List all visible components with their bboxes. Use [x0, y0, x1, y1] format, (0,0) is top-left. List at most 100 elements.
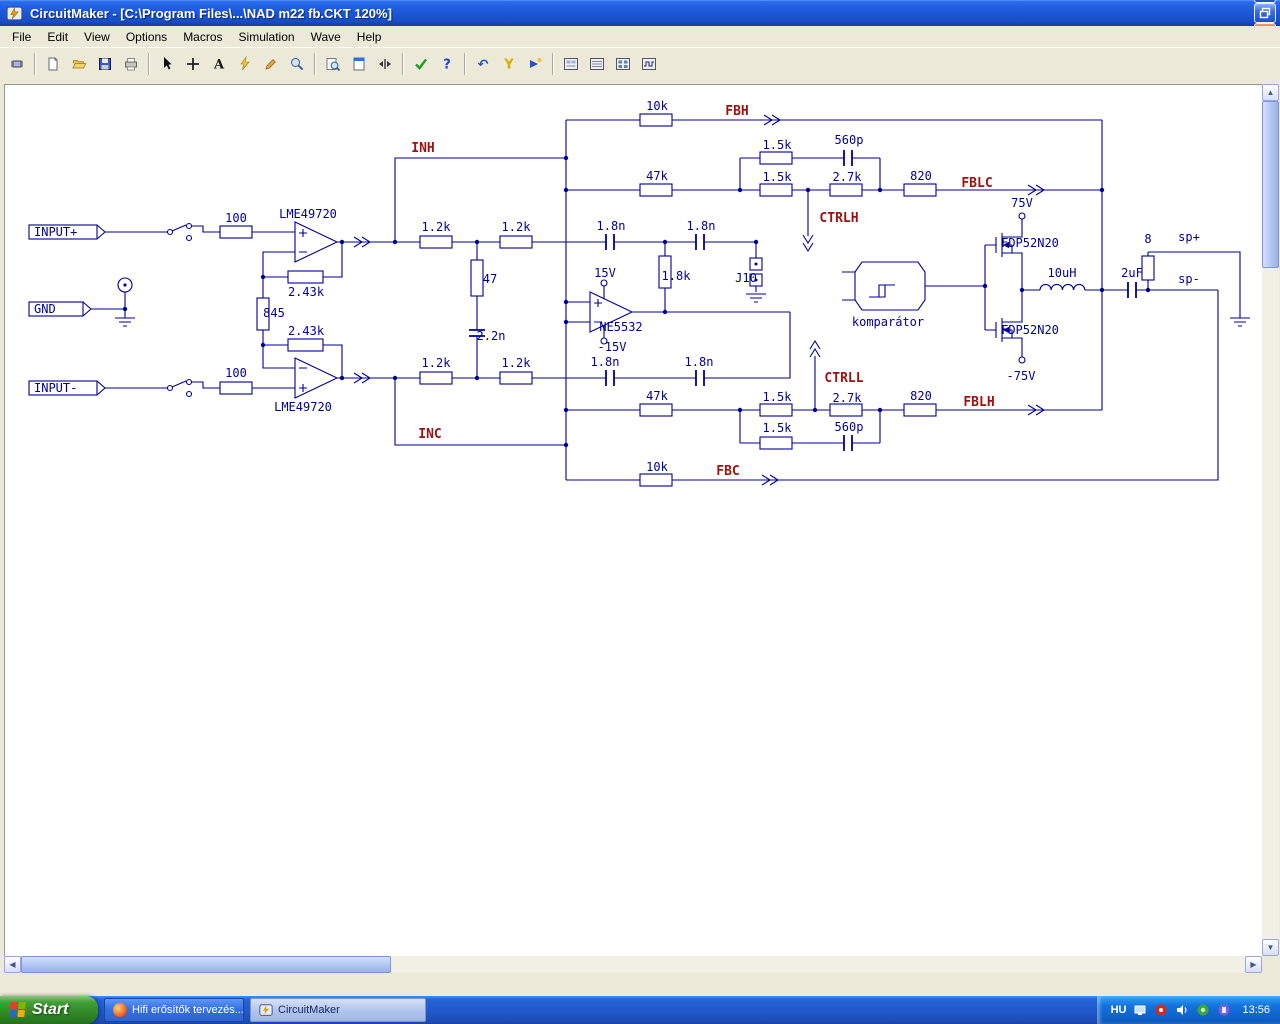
schematic-label[interactable]: 1.8n — [591, 355, 620, 369]
scroll-down-button[interactable]: ▼ — [1262, 939, 1279, 956]
schematic-label[interactable]: sp+ — [1178, 230, 1200, 244]
schematic-label[interactable]: FDP52N20 — [1001, 323, 1059, 337]
menu-edit[interactable]: Edit — [39, 28, 76, 46]
schematic-label[interactable]: 1.5k — [763, 421, 793, 435]
schematic-canvas[interactable]: INH INC FBH FBC FBLC FBLH CTRLH CTRLL 100 LME4972… — [4, 84, 1262, 956]
schematic-label[interactable]: INPUT- — [34, 381, 77, 395]
save-file-button[interactable] — [92, 51, 118, 76]
language-indicator[interactable]: HU — [1111, 1004, 1127, 1016]
schematic-label[interactable]: 2.7k — [833, 170, 863, 184]
schematic-label[interactable]: 1.5k — [763, 138, 793, 152]
schematic-label[interactable]: 100 — [225, 211, 247, 225]
restore-button[interactable] — [1254, 3, 1276, 23]
schematic-label[interactable]: 10k — [646, 99, 668, 113]
horizontal-scroll-thumb[interactable] — [21, 956, 391, 973]
schematic-label[interactable]: NE5532 — [599, 320, 642, 334]
schematic-label[interactable]: -15V — [598, 340, 627, 354]
resistors[interactable] — [219, 113, 1155, 487]
ground-symbols[interactable] — [115, 293, 1250, 327]
zoom-tool-button[interactable] — [284, 51, 310, 76]
schematic-label[interactable]: 10k — [646, 460, 668, 474]
tray-volume-icon[interactable] — [1175, 1003, 1189, 1017]
schematic-label[interactable]: LME49720 — [279, 207, 337, 221]
menu-file[interactable]: File — [4, 28, 39, 46]
schematic-label[interactable]: -75V — [1007, 369, 1036, 383]
run-to-cursor-button[interactable] — [522, 51, 548, 76]
schematic-label[interactable]: 1.5k — [763, 170, 793, 184]
schematic-label[interactable]: 47 — [483, 272, 497, 286]
scroll-up-button[interactable]: ▲ — [1262, 84, 1279, 101]
inductor[interactable] — [1039, 283, 1086, 291]
schematic-label[interactable]: CTRLL — [824, 371, 863, 386]
schematic-label[interactable]: LME49720 — [274, 400, 332, 414]
tray-antivirus-icon[interactable] — [1154, 1003, 1168, 1017]
vertical-scroll-thumb[interactable] — [1262, 101, 1279, 268]
capacitor-plates[interactable] — [469, 150, 1137, 451]
print-button[interactable] — [118, 51, 144, 76]
schematic-label[interactable]: 1.8n — [687, 219, 716, 233]
schematic[interactable]: INH INC FBH FBC FBLC FBLH CTRLH CTRLL 100 LME4972… — [4, 84, 1262, 956]
schematic-label[interactable]: 1.5k — [763, 390, 793, 404]
vertical-scrollbar[interactable]: ▲ ▼ — [1262, 84, 1279, 956]
schematic-label[interactable]: INPUT+ — [34, 225, 77, 239]
schematic-label[interactable]: 1.2k — [502, 220, 532, 234]
start-button[interactable]: Start — [0, 996, 98, 1024]
split-view-button[interactable] — [372, 51, 398, 76]
schematic-label[interactable]: 1.8n — [597, 219, 626, 233]
net-connector-chevrons[interactable] — [353, 114, 1046, 486]
schematic-label[interactable]: 2.2n — [477, 329, 506, 343]
schematic-label[interactable]: J10 — [735, 271, 757, 285]
text-tool-button[interactable]: A — [206, 51, 232, 76]
open-file-button[interactable] — [66, 51, 92, 76]
schematic-label[interactable]: 1.2k — [422, 220, 452, 234]
clock[interactable]: 13:56 — [1242, 1004, 1270, 1016]
scroll-left-button[interactable]: ◀ — [4, 956, 21, 973]
schematic-label[interactable]: 820 — [910, 389, 932, 403]
parts-library-button[interactable] — [4, 51, 30, 76]
schematic-label[interactable]: 2uF — [1121, 266, 1143, 280]
schematic-label[interactable]: 1.8n — [685, 355, 714, 369]
menu-options[interactable]: Options — [118, 28, 175, 46]
menu-simulation[interactable]: Simulation — [231, 28, 303, 46]
zoom-window-button[interactable] — [320, 51, 346, 76]
schematic-label[interactable]: 47k — [646, 169, 668, 183]
schematic-label[interactable]: GND — [34, 302, 56, 316]
help-button[interactable]: ? — [434, 51, 460, 76]
tray-update-icon[interactable] — [1217, 1003, 1231, 1017]
undo-button[interactable]: ↶ — [470, 51, 496, 76]
schematic-label[interactable]: INH — [411, 141, 434, 156]
menu-macros[interactable]: Macros — [175, 28, 230, 46]
tray-display-icon[interactable] — [1133, 1003, 1147, 1017]
schematic-label[interactable]: 47k — [646, 389, 668, 403]
schematic-label[interactable]: FDP52N20 — [1001, 236, 1059, 250]
schematic-label[interactable]: 2.7k — [833, 391, 863, 405]
schematic-label[interactable]: 15V — [594, 266, 616, 280]
schematic-label[interactable]: FBLC — [961, 176, 992, 191]
probe-tool-button[interactable] — [258, 51, 284, 76]
display-list-button[interactable] — [584, 51, 610, 76]
schematic-label[interactable]: 1.2k — [502, 356, 532, 370]
schematic-label[interactable]: FBC — [716, 464, 739, 479]
schematic-label[interactable]: FBH — [725, 104, 748, 119]
menu-view[interactable]: View — [76, 28, 118, 46]
schematic-label[interactable]: INC — [418, 427, 441, 442]
probe-y-button[interactable]: Y — [496, 51, 522, 76]
place-part-button[interactable] — [180, 51, 206, 76]
schematic-label[interactable]: 820 — [910, 169, 932, 183]
schematic-label[interactable]: 75V — [1011, 196, 1033, 210]
menu-wave[interactable]: Wave — [303, 28, 349, 46]
sheet-view-button[interactable] — [346, 51, 372, 76]
schematic-label[interactable]: 10uH — [1048, 266, 1077, 280]
schematic-label[interactable]: 1.8k — [662, 269, 692, 283]
schematic-label[interactable]: FBLH — [963, 395, 994, 410]
new-document-button[interactable] — [40, 51, 66, 76]
run-simulation-button[interactable] — [408, 51, 434, 76]
menu-help[interactable]: Help — [349, 28, 390, 46]
display-waveform-button[interactable] — [636, 51, 662, 76]
schematic-label[interactable]: 2.43k — [288, 324, 325, 338]
wire-tool-button[interactable] — [232, 51, 258, 76]
tray-messenger-icon[interactable] — [1196, 1003, 1210, 1017]
schematic-label[interactable]: 2.43k — [288, 285, 325, 299]
schematic-label[interactable]: 8 — [1144, 232, 1151, 246]
schematic-label[interactable]: 1.2k — [422, 356, 452, 370]
